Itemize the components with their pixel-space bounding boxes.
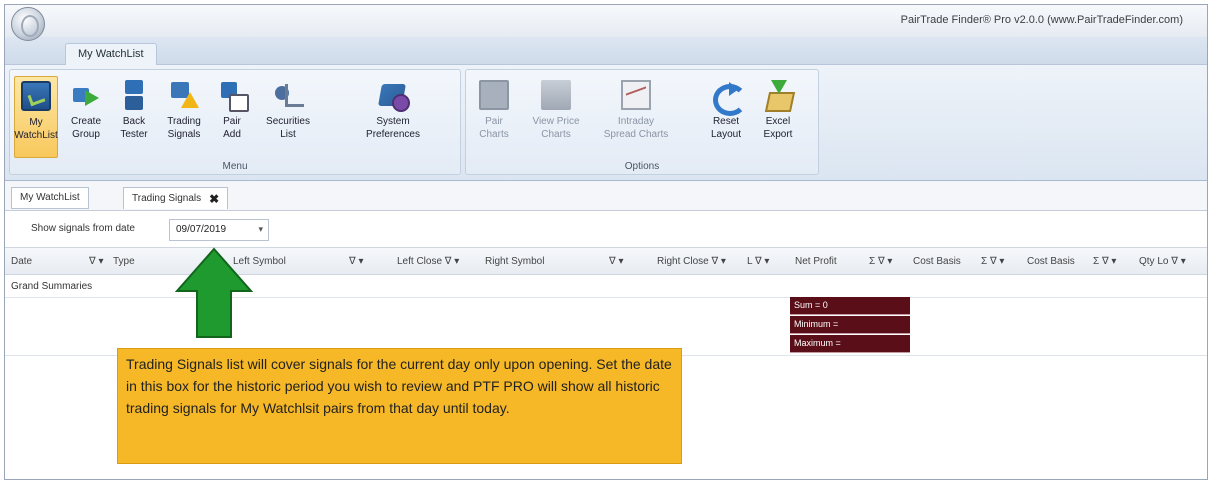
column-header-qty-lo[interactable]: Qty Lo ∇ ▾ [1139, 256, 1186, 267]
column-header-net-profit[interactable]: Net Profit [795, 256, 837, 267]
securities-list-icon [273, 80, 304, 110]
app-window: PairTrade Finder® Pro v2.0.0 (www.PairTr… [4, 4, 1208, 480]
sum-filter-icon[interactable]: Σ ∇ ▾ [1093, 256, 1116, 267]
ribbon-tab-my-watchlist[interactable]: My WatchList [65, 43, 157, 66]
column-header-l[interactable]: L ∇ ▾ [747, 256, 769, 267]
watchlist-icon [21, 81, 51, 111]
up-arrow-annotation-icon [175, 247, 253, 338]
ribbon-group-options: Pair Charts View Price Charts Intraday S… [465, 69, 819, 175]
trading-signals-icon [169, 80, 199, 110]
column-header-type[interactable]: Type [113, 256, 135, 267]
filter-icon[interactable]: ∇ ▾ [89, 256, 104, 267]
ribbon-group-menu: My WatchList Create Group Back Tester Tr… [9, 69, 461, 175]
back-tester-button[interactable]: Back Tester [114, 76, 154, 158]
intraday-spread-charts-button[interactable]: Intraday Spread Charts [596, 76, 676, 158]
pair-add-icon [217, 80, 249, 112]
chevron-down-icon[interactable]: ▾ [258, 224, 263, 235]
ribbon-tab-strip: My WatchList [5, 37, 1207, 66]
signals-date-value: 09/07/2019 [176, 224, 227, 235]
doc-tab-my-watchlist[interactable]: My WatchList [11, 187, 89, 209]
column-header-right-close[interactable]: Right Close ∇ ▾ [657, 256, 726, 267]
securities-list-button[interactable]: Securities List [258, 76, 318, 158]
pair-add-button[interactable]: Pair Add [212, 76, 252, 158]
grand-summaries-label: Grand Summaries [11, 281, 93, 292]
column-header-left-close[interactable]: Left Close ∇ ▾ [397, 256, 459, 267]
system-preferences-button[interactable]: System Preferences [328, 76, 458, 158]
view-price-charts-icon [541, 80, 571, 110]
intraday-spread-charts-icon [621, 80, 651, 110]
annotation-callout: Trading Signals list will cover signals … [117, 348, 682, 464]
excel-export-button[interactable]: Excel Export [756, 76, 800, 158]
title-bar: PairTrade Finder® Pro v2.0.0 (www.PairTr… [5, 5, 1207, 37]
ribbon-group-label-options: Options [624, 161, 660, 172]
pair-charts-icon [479, 80, 509, 110]
signals-filter-bar: Show signals from date 09/07/2019 ▾ [5, 211, 1207, 247]
signals-date-picker[interactable]: 09/07/2019 ▾ [169, 219, 269, 241]
doc-tab-trading-signals-label: Trading Signals [132, 193, 202, 204]
back-tester-icon [119, 80, 149, 110]
my-watchlist-button[interactable]: My WatchList [14, 76, 58, 158]
column-header-cost-basis[interactable]: Cost Basis [913, 256, 961, 267]
column-header-cost-basis-2[interactable]: Cost Basis [1027, 256, 1075, 267]
summary-minimum: Minimum = [790, 316, 910, 334]
view-price-charts-button[interactable]: View Price Charts [526, 76, 586, 158]
trading-signals-button[interactable]: Trading Signals [160, 76, 208, 158]
pair-charts-button[interactable]: Pair Charts [472, 76, 516, 158]
ribbon: My WatchList Create Group Back Tester Tr… [5, 65, 1207, 181]
create-group-button[interactable]: Create Group [64, 76, 108, 158]
annotation-callout-text: Trading Signals list will cover signals … [126, 356, 672, 416]
excel-export-icon [763, 80, 793, 110]
app-menu-orb-icon[interactable] [11, 7, 45, 41]
filter-icon[interactable]: ∇ ▾ [609, 256, 624, 267]
reset-layout-button[interactable]: Reset Layout [704, 76, 748, 158]
filter-icon[interactable]: ∇ ▾ [349, 256, 364, 267]
document-tab-strip: My WatchList Trading Signals ✖ [5, 181, 1207, 211]
create-group-icon [71, 80, 101, 110]
window-title: PairTrade Finder® Pro v2.0.0 (www.PairTr… [900, 14, 1183, 26]
sum-filter-icon[interactable]: Σ ∇ ▾ [869, 256, 892, 267]
ribbon-group-label-menu: Menu [222, 161, 248, 172]
doc-tab-trading-signals[interactable]: Trading Signals ✖ [123, 187, 229, 209]
column-header-right-symbol[interactable]: Right Symbol [485, 256, 544, 267]
sum-filter-icon[interactable]: Σ ∇ ▾ [981, 256, 1004, 267]
close-icon[interactable]: ✖ [209, 192, 219, 206]
show-signals-from-date-label: Show signals from date [31, 223, 135, 234]
column-header-date[interactable]: Date [11, 256, 32, 267]
system-preferences-icon [378, 80, 410, 112]
reset-layout-icon [711, 80, 747, 116]
summary-maximum: Maximum = [790, 335, 910, 353]
summary-sum: Sum = 0 [790, 297, 910, 315]
